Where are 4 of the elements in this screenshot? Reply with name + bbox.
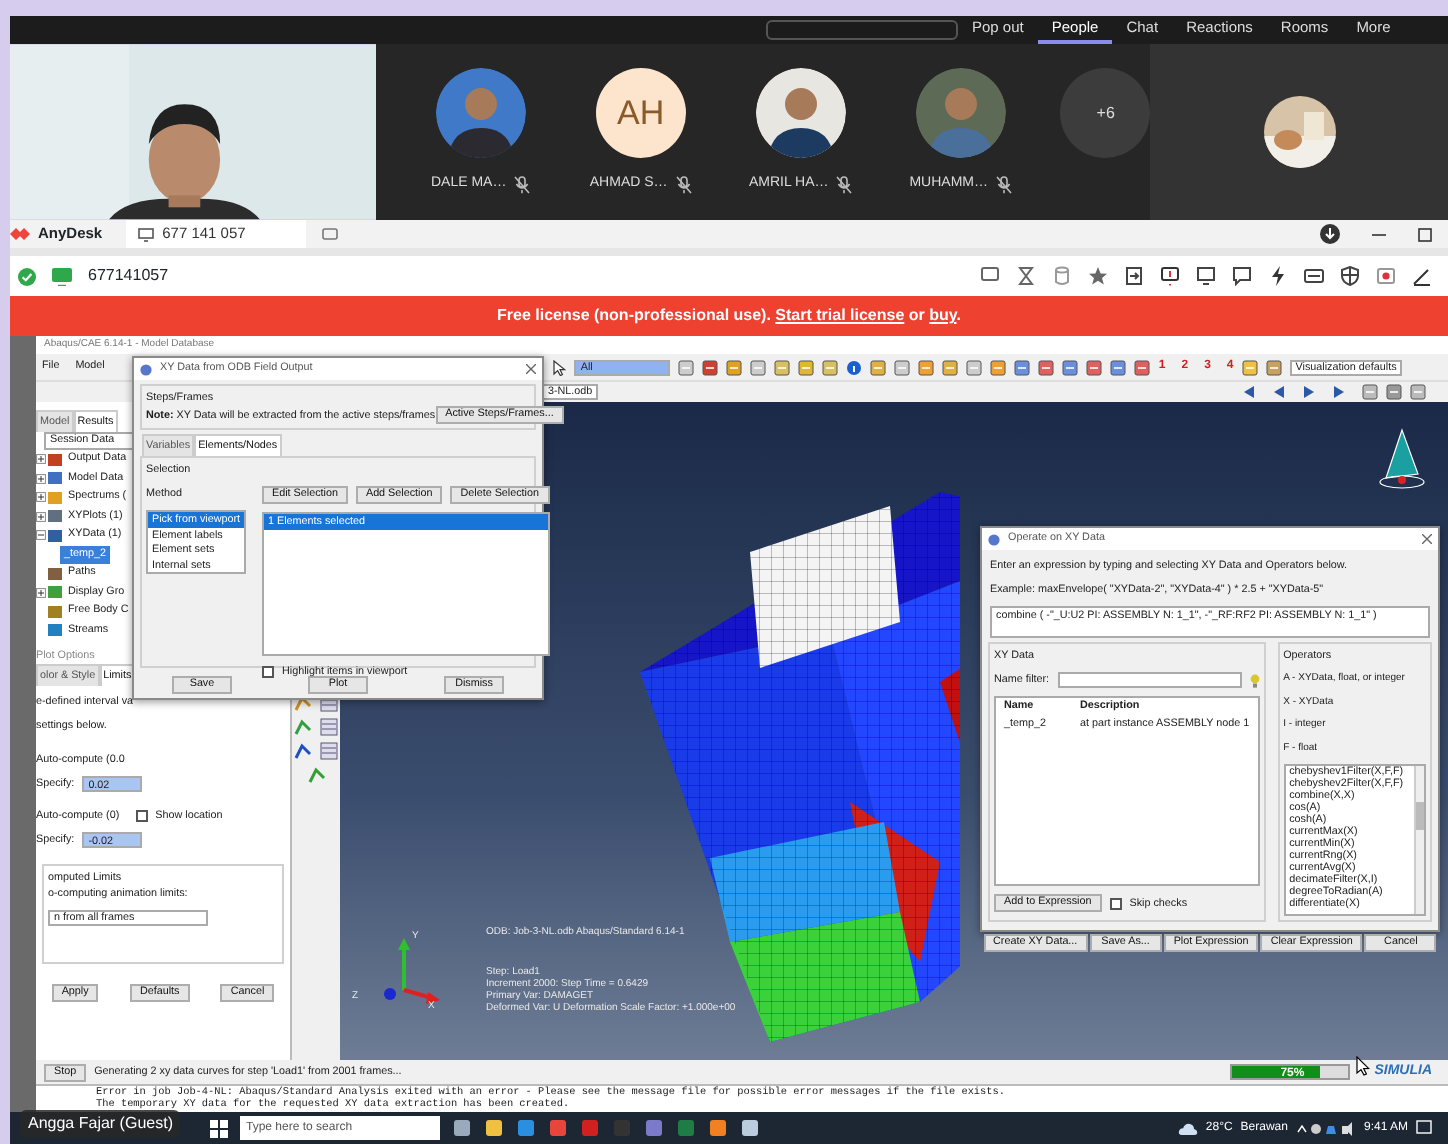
guest-name-label: Angga Fajar (Guest) — [20, 1110, 181, 1138]
avatar-initials: AH — [595, 68, 686, 158]
address-text: 677141057 — [88, 264, 169, 288]
license-banner-text: Free license (non-professional use). Start trial license or buy. — [497, 304, 961, 328]
